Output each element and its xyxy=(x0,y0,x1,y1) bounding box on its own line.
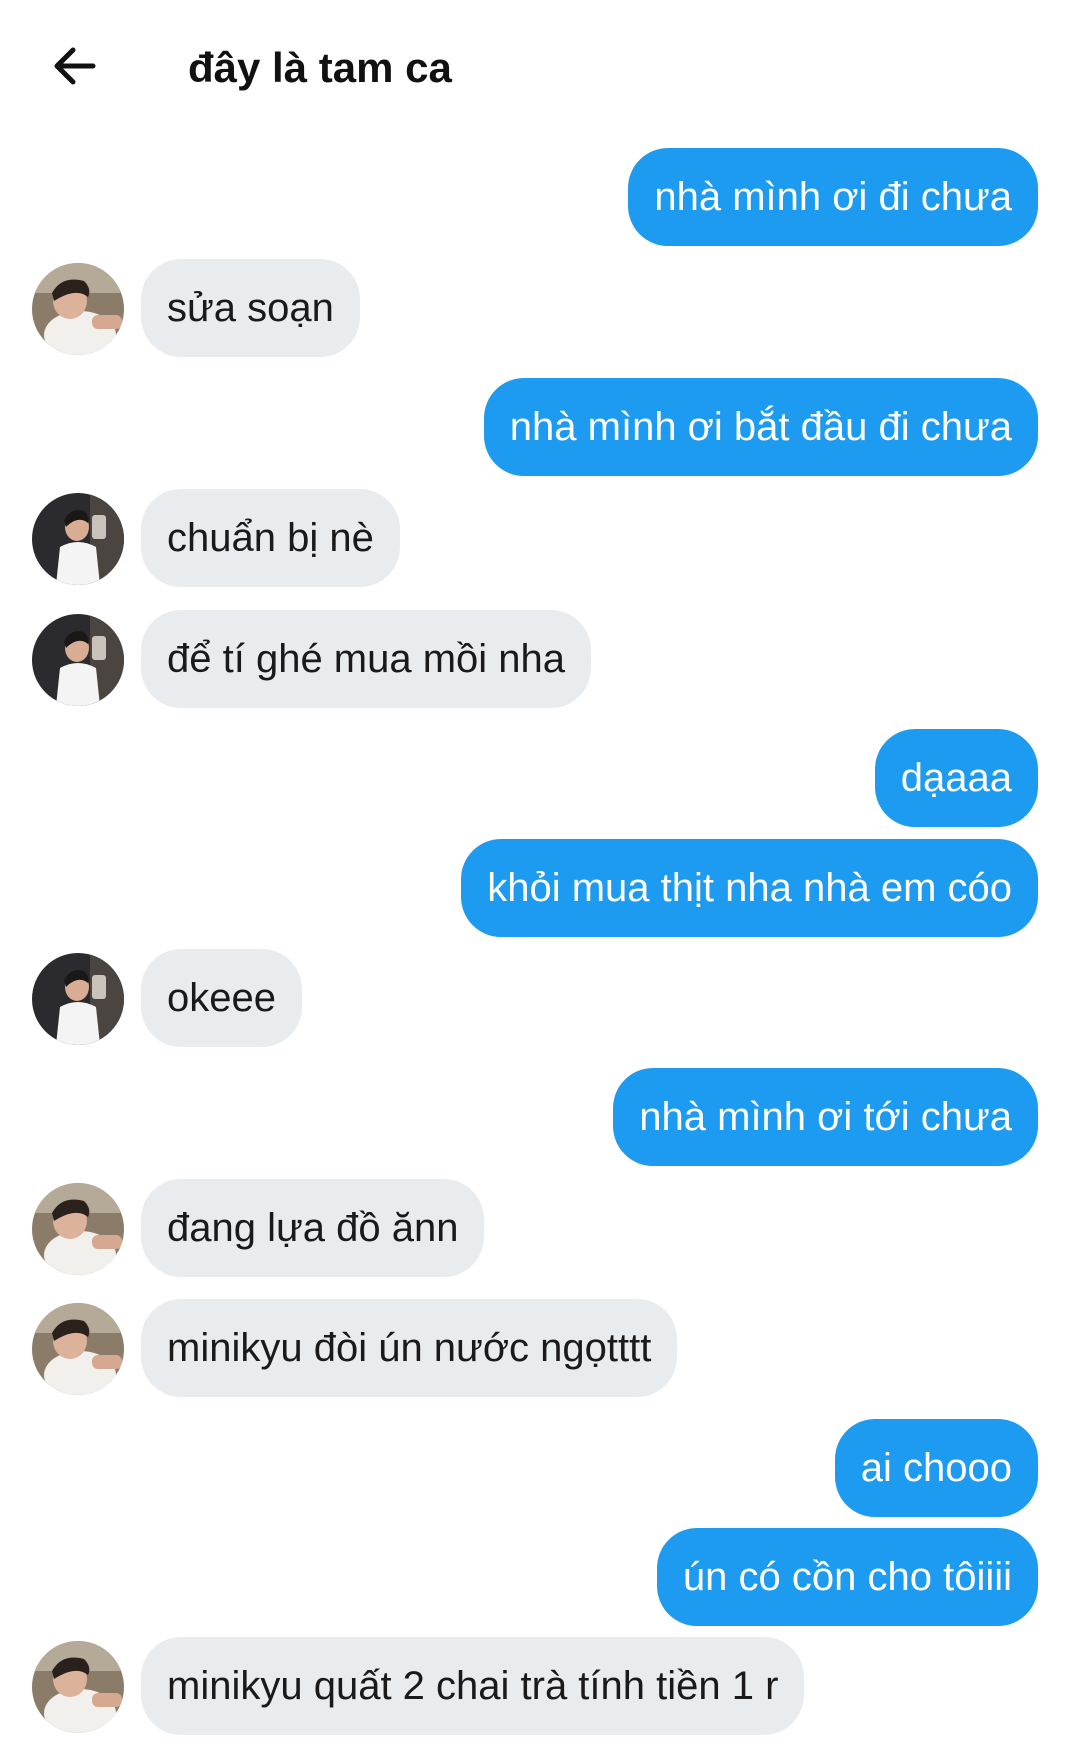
message-bubble-sent[interactable]: ai chooo xyxy=(834,1419,1038,1517)
message-bubble-sent[interactable]: khỏi mua thịt nha nhà em cóo xyxy=(461,839,1038,937)
avatar[interactable] xyxy=(32,953,124,1045)
message-row-sent: nhà mình ơi tới chưa xyxy=(0,1068,1080,1166)
message-row-received: minikyu quất 2 chai trà tính tiền 1 r xyxy=(0,1637,1080,1735)
message-row-sent: ai chooo xyxy=(0,1419,1080,1517)
message-bubble-sent[interactable]: nhà mình ơi tới chưa xyxy=(613,1068,1038,1166)
avatar[interactable] xyxy=(32,1183,124,1275)
avatar[interactable] xyxy=(32,1303,124,1395)
message-row-received: okeee xyxy=(0,949,1080,1047)
message-bubble-received[interactable]: sửa soạn xyxy=(141,259,360,357)
message-row-received: để tí ghé mua mồi nha xyxy=(0,610,1080,708)
message-bubble-received[interactable]: minikyu quất 2 chai trà tính tiền 1 r xyxy=(141,1637,805,1735)
message-bubble-sent[interactable]: nhà mình ơi đi chưa xyxy=(628,148,1038,246)
message-bubble-sent[interactable]: ún có cồn cho tôiiii xyxy=(656,1528,1038,1626)
message-row-sent: ún có cồn cho tôiiii xyxy=(0,1528,1080,1626)
message-row-sent: nhà mình ơi bắt đầu đi chưa xyxy=(0,378,1080,476)
avatar[interactable] xyxy=(32,1641,124,1733)
message-bubble-received[interactable]: minikyu đòi ún nước ngọtttt xyxy=(141,1299,678,1397)
avatar[interactable] xyxy=(32,614,124,706)
message-row-sent: nhà mình ơi đi chưa xyxy=(0,148,1080,246)
avatar[interactable] xyxy=(32,493,124,585)
avatar[interactable] xyxy=(32,263,124,355)
message-bubble-sent[interactable]: nhà mình ơi bắt đầu đi chưa xyxy=(483,378,1038,476)
message-bubble-received[interactable]: okeee xyxy=(141,949,302,1047)
message-row-sent: dạaaa xyxy=(0,729,1080,827)
message-row-received: chuẩn bị nè xyxy=(0,489,1080,587)
message-list: nhà mình ơi đi chưa sửa soạn nhà mình ơi… xyxy=(0,0,1080,1760)
message-row-received: sửa soạn xyxy=(0,259,1080,357)
message-bubble-sent[interactable]: dạaaa xyxy=(874,729,1038,827)
message-bubble-received[interactable]: chuẩn bị nè xyxy=(141,489,400,587)
message-row-received: minikyu đòi ún nước ngọtttt xyxy=(0,1299,1080,1397)
message-row-sent: khỏi mua thịt nha nhà em cóo xyxy=(0,839,1080,937)
message-bubble-received[interactable]: để tí ghé mua mồi nha xyxy=(141,610,592,708)
message-bubble-received[interactable]: đang lựa đồ ănn xyxy=(141,1179,485,1277)
message-row-received: đang lựa đồ ănn xyxy=(0,1179,1080,1277)
